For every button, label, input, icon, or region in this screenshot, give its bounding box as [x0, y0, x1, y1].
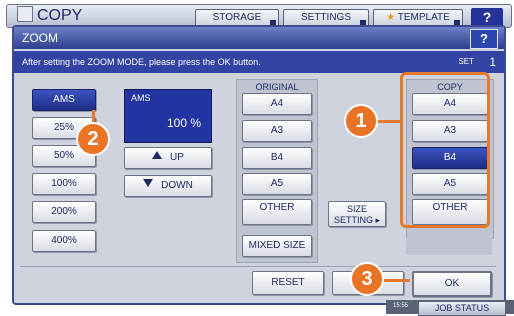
clock: 15:55: [393, 303, 409, 309]
original-a5-button[interactable]: A5: [242, 173, 312, 195]
set-count: 1: [489, 55, 496, 69]
dialog-title-bar: ZOOM ?: [14, 27, 504, 49]
settings-label: SETTINGS: [300, 12, 351, 23]
zoom-display-value: 100 %: [166, 116, 201, 130]
instruction-bar: After setting the ZOOM MODE, please pres…: [14, 51, 504, 73]
ams-button[interactable]: AMS: [32, 89, 96, 111]
original-mixed-size-button[interactable]: MIXED SIZE: [242, 235, 312, 257]
zoom-down-button[interactable]: DOWN: [124, 175, 212, 197]
original-a3-button[interactable]: A3: [242, 120, 312, 142]
job-status-button[interactable]: JOB STATUS: [418, 301, 506, 316]
copy-size-highlight: [400, 72, 490, 228]
ok-button[interactable]: OK: [412, 271, 492, 297]
instruction-text: After setting the ZOOM MODE, please pres…: [22, 57, 261, 67]
help-button[interactable]: ?: [470, 29, 498, 49]
zoom-400-button[interactable]: 400%: [32, 230, 96, 252]
callout-1-leader: [374, 120, 402, 123]
help-button-top[interactable]: ?: [471, 8, 503, 26]
set-label: SET: [458, 57, 474, 66]
original-other-button[interactable]: OTHER: [242, 199, 312, 225]
callout-2: 2: [76, 122, 110, 156]
zoom-up-label: UP: [170, 152, 184, 163]
star-icon: ★: [386, 12, 396, 23]
arrow-up-icon: [152, 151, 163, 159]
zoom-100-button[interactable]: 100%: [32, 173, 96, 195]
arrow-down-icon: [143, 179, 154, 187]
zoom-200-button[interactable]: 200%: [32, 201, 96, 223]
storage-label: STORAGE: [212, 12, 262, 23]
callout-1: 1: [344, 104, 378, 138]
zoom-display-label: AMS: [131, 93, 151, 103]
copy-title-text: COPY: [37, 7, 83, 24]
zoom-up-button[interactable]: UP: [124, 147, 212, 169]
dialog-title: ZOOM: [22, 31, 58, 45]
copy-panel-footer: [406, 237, 492, 255]
original-heading: ORIGINAL: [255, 82, 299, 92]
reset-button[interactable]: RESET: [252, 271, 324, 295]
callout-3: 3: [350, 262, 384, 296]
copy-icon: [17, 6, 33, 22]
chevron-right-icon: ▸: [375, 215, 381, 225]
footer-divider: [20, 266, 496, 267]
original-a4-button[interactable]: A4: [242, 93, 312, 115]
template-label: TEMPLATE: [397, 12, 450, 23]
zoom-down-label: DOWN: [161, 180, 193, 191]
zoom-display: AMS 100 %: [124, 89, 212, 143]
size-setting-button[interactable]: SIZE SETTING ▸: [328, 201, 386, 227]
size-setting-label: SIZE SETTING: [333, 204, 373, 225]
copier-screen: COPY STORAGE SETTINGS ★ TEMPLATE ? ZOOM …: [0, 0, 514, 316]
original-b4-button[interactable]: B4: [242, 147, 312, 169]
copy-mode-title: COPY: [17, 5, 82, 27]
